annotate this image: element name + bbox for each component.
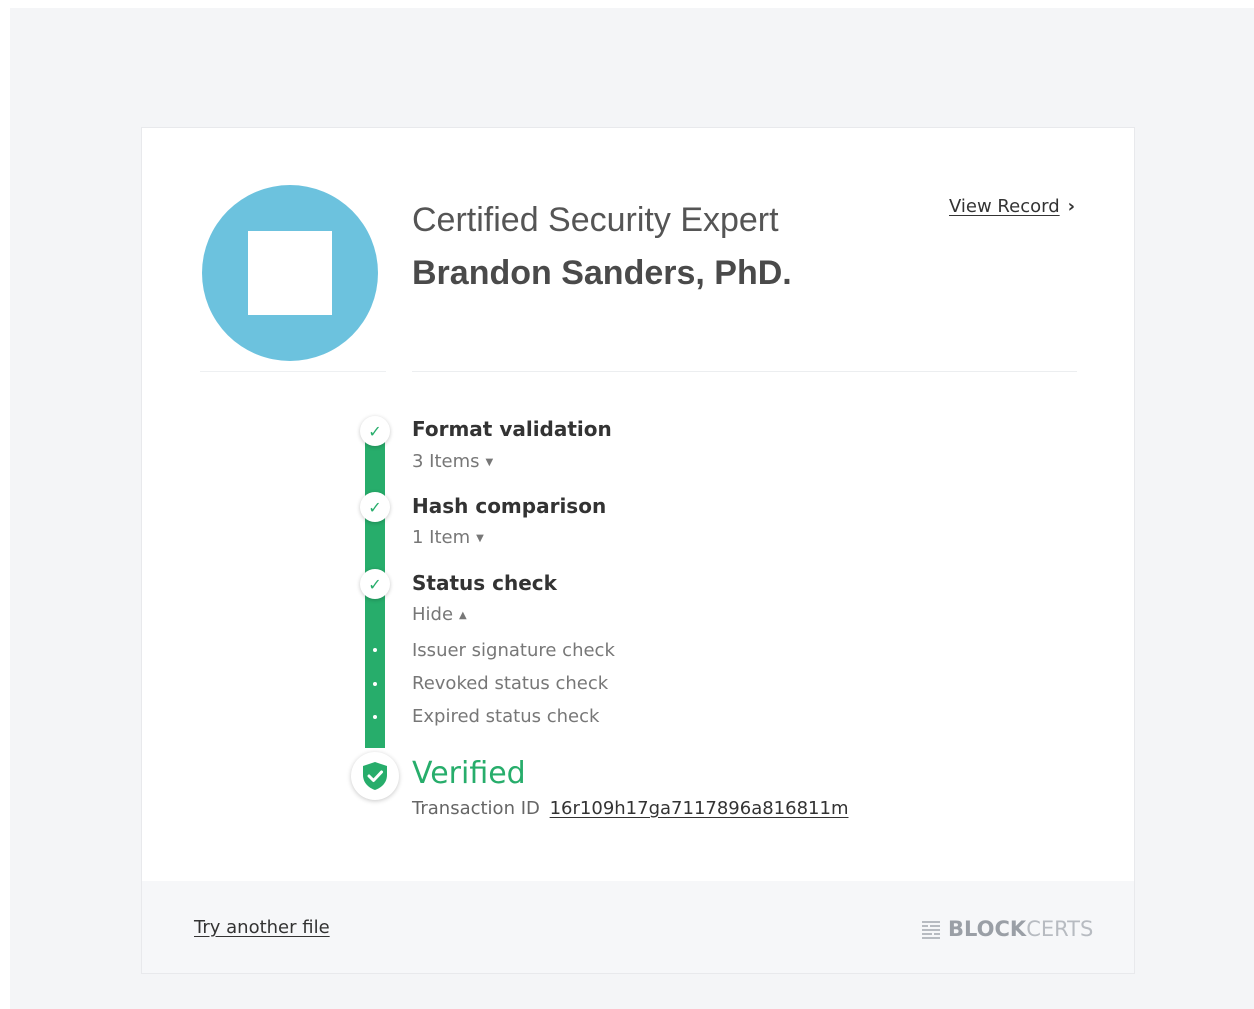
toggle-label: Hide	[412, 604, 454, 625]
issuer-logo	[202, 185, 378, 361]
caret-up-icon: ▲	[459, 609, 467, 621]
blockcerts-icon	[922, 921, 940, 939]
toggle-label: 1 Item	[412, 527, 471, 548]
step-status-check-toggle[interactable]: Hide ▲	[412, 604, 467, 625]
step-format-validation-toggle[interactable]: 3 Items ▼	[412, 451, 493, 472]
check-icon: ✓	[360, 569, 390, 599]
step-status-check: Status check	[412, 571, 557, 595]
toggle-label: 3 Items	[412, 451, 480, 472]
sub-step-dot	[373, 715, 377, 719]
certificate-title: Certified Security Expert	[412, 201, 779, 239]
logo-placeholder-square	[248, 231, 332, 315]
recipient-name: Brandon Sanders, PhD.	[412, 254, 792, 292]
divider	[412, 371, 1077, 372]
view-record-link[interactable]: View Record ›	[949, 196, 1075, 217]
brand-light-text: CERTS	[1026, 917, 1094, 941]
blockcerts-logo: BLOCK CERTS	[920, 917, 1093, 941]
verified-shield-icon	[351, 752, 399, 800]
chevron-right-icon: ›	[1067, 196, 1076, 217]
sub-step-issuer-signature: Issuer signature check	[412, 640, 615, 661]
try-another-file-link[interactable]: Try another file	[194, 917, 330, 938]
certificate-card: Certified Security Expert Brandon Sander…	[141, 127, 1135, 974]
sub-step-dot	[373, 682, 377, 686]
divider	[200, 371, 386, 372]
transaction-id-row: Transaction ID 16r109h17ga7117896a816811…	[412, 798, 848, 819]
transaction-id-link[interactable]: 16r109h17ga7117896a816811m	[550, 798, 849, 819]
view-record-label: View Record	[949, 196, 1060, 217]
verified-status: Verified	[412, 756, 526, 791]
caret-down-icon: ▼	[485, 456, 494, 468]
step-hash-comparison-toggle[interactable]: 1 Item ▼	[412, 527, 484, 548]
step-hash-comparison: Hash comparison	[412, 494, 607, 518]
transaction-id-label: Transaction ID	[412, 798, 540, 819]
caret-down-icon: ▼	[476, 532, 484, 544]
card-footer: Try another file BLOCK CERTS	[142, 881, 1134, 973]
sub-step-revoked-status: Revoked status check	[412, 673, 609, 694]
sub-step-expired-status: Expired status check	[412, 706, 600, 727]
step-format-validation: Format validation	[412, 417, 612, 441]
check-icon: ✓	[360, 492, 390, 522]
check-icon: ✓	[360, 416, 390, 446]
sub-step-dot	[373, 648, 377, 652]
brand-bold-text: BLOCK	[948, 917, 1027, 941]
